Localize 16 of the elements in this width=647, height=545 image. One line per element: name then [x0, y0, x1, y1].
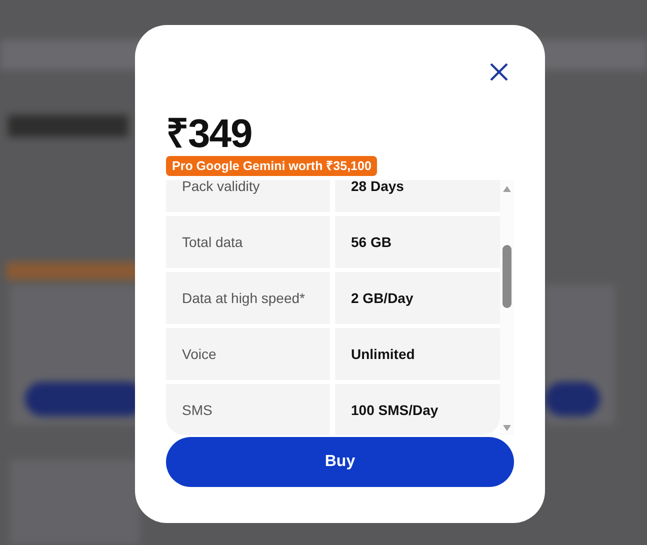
offer-badge: Pro Google Gemini worth ₹35,100 — [166, 156, 378, 176]
benefit-label: Data at high speed* — [166, 272, 330, 324]
benefit-label: Pack validity — [166, 180, 330, 212]
benefit-label: SMS — [166, 384, 330, 435]
close-icon — [489, 62, 509, 82]
benefit-value: 28 Days — [335, 180, 500, 212]
close-button[interactable] — [489, 62, 509, 82]
benefit-value: 2 GB/Day — [335, 272, 500, 324]
scrollbar[interactable] — [500, 180, 514, 435]
plan-price: ₹349 — [166, 111, 252, 158]
benefit-value: 100 SMS/Day — [335, 384, 500, 435]
benefit-label: Total data — [166, 216, 330, 268]
benefit-label: Voice — [166, 328, 330, 380]
benefit-value: 56 GB — [335, 216, 500, 268]
buy-button[interactable]: Buy — [166, 437, 514, 487]
benefit-value: Unlimited — [335, 328, 500, 380]
